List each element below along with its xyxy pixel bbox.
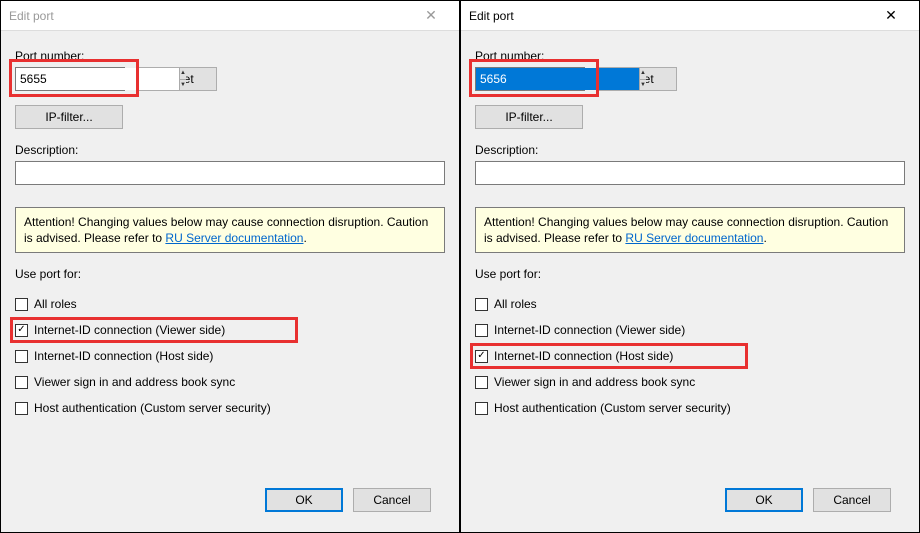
port-number-input[interactable]: ▲ ▼ — [475, 67, 585, 91]
checkbox-all-roles-label: All roles — [494, 297, 537, 311]
warning-text-post: . — [303, 231, 306, 245]
checkbox-viewer-side[interactable] — [475, 324, 488, 337]
edit-port-dialog-right: Edit port ✕ Port number: ▲ ▼ Reset IP-fi… — [460, 0, 920, 533]
cancel-button[interactable]: Cancel — [813, 488, 891, 512]
description-input[interactable] — [15, 161, 445, 185]
edit-port-dialog-left: Edit port ✕ Port number: ▲ ▼ Reset IP-fi… — [0, 0, 460, 533]
description-label: Description: — [475, 143, 905, 157]
documentation-link[interactable]: RU Server documentation — [625, 231, 763, 245]
port-number-field[interactable] — [16, 68, 179, 90]
checkbox-host-auth[interactable] — [475, 402, 488, 415]
checkbox-all-roles-label: All roles — [34, 297, 77, 311]
checkbox-host-side[interactable]: ✓ — [475, 350, 488, 363]
checkbox-signin-sync-label: Viewer sign in and address book sync — [34, 375, 235, 389]
ip-filter-button[interactable]: IP-filter... — [15, 105, 123, 129]
use-port-for-label: Use port for: — [475, 267, 905, 281]
checkbox-signin-sync[interactable] — [15, 376, 28, 389]
close-icon[interactable]: ✕ — [411, 2, 451, 30]
checkbox-viewer-side-label: Internet-ID connection (Viewer side) — [34, 323, 225, 337]
warning-box: Attention! Changing values below may cau… — [475, 207, 905, 253]
checkbox-viewer-side-label: Internet-ID connection (Viewer side) — [494, 323, 685, 337]
window-title: Edit port — [9, 9, 411, 23]
checkbox-signin-sync-label: Viewer sign in and address book sync — [494, 375, 695, 389]
titlebar: Edit port ✕ — [461, 1, 919, 31]
window-title: Edit port — [469, 9, 871, 23]
cancel-button[interactable]: Cancel — [353, 488, 431, 512]
spinner-up-icon[interactable]: ▲ — [180, 68, 186, 80]
description-label: Description: — [15, 143, 445, 157]
close-icon[interactable]: ✕ — [871, 2, 911, 30]
checkbox-all-roles[interactable] — [15, 298, 28, 311]
ip-filter-button[interactable]: IP-filter... — [475, 105, 583, 129]
spinner-down-icon[interactable]: ▼ — [180, 80, 186, 91]
checkbox-viewer-side[interactable]: ✓ — [15, 324, 28, 337]
checkbox-host-side[interactable] — [15, 350, 28, 363]
warning-box: Attention! Changing values below may cau… — [15, 207, 445, 253]
port-number-label: Port number: — [15, 49, 445, 63]
titlebar: Edit port ✕ — [1, 1, 459, 31]
checkbox-signin-sync[interactable] — [475, 376, 488, 389]
warning-text-post: . — [763, 231, 766, 245]
description-input[interactable] — [475, 161, 905, 185]
spinner-down-icon[interactable]: ▼ — [640, 80, 646, 91]
checkbox-host-auth-label: Host authentication (Custom server secur… — [494, 401, 731, 415]
port-number-field[interactable] — [476, 68, 639, 90]
checkbox-all-roles[interactable] — [475, 298, 488, 311]
documentation-link[interactable]: RU Server documentation — [165, 231, 303, 245]
checkbox-host-side-label: Internet-ID connection (Host side) — [494, 349, 673, 363]
ok-button[interactable]: OK — [265, 488, 343, 512]
checkbox-host-auth-label: Host authentication (Custom server secur… — [34, 401, 271, 415]
port-number-input[interactable]: ▲ ▼ — [15, 67, 125, 91]
ok-button[interactable]: OK — [725, 488, 803, 512]
checkbox-host-side-label: Internet-ID connection (Host side) — [34, 349, 213, 363]
checkbox-host-auth[interactable] — [15, 402, 28, 415]
use-port-for-label: Use port for: — [15, 267, 445, 281]
spinner-up-icon[interactable]: ▲ — [640, 68, 646, 80]
port-number-label: Port number: — [475, 49, 905, 63]
